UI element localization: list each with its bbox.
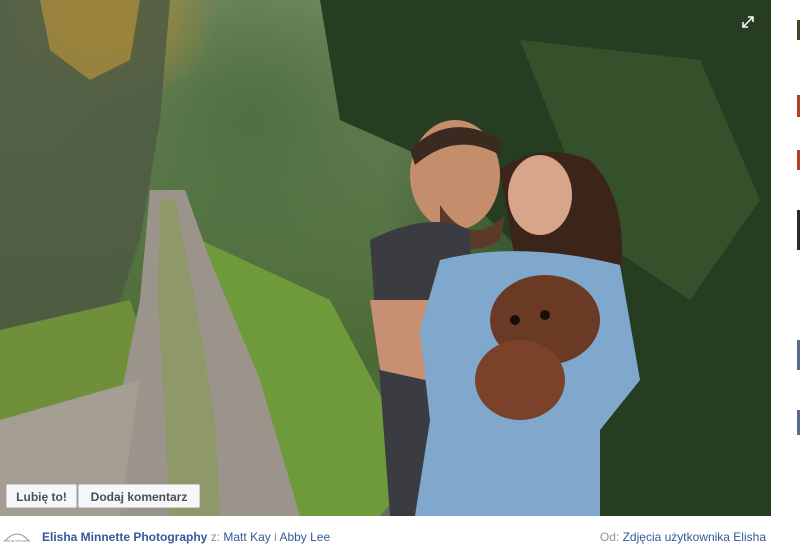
photographer-logo-icon[interactable]: elisha minnette xyxy=(2,529,32,547)
tag-separator: i xyxy=(274,530,277,544)
photo-image xyxy=(0,0,771,516)
author-link[interactable]: Elisha Minnette Photography xyxy=(42,530,207,544)
with-prefix: z: xyxy=(210,530,221,544)
photo-caption: elisha minnette Elisha Minnette Photogra… xyxy=(0,524,800,549)
expand-icon[interactable] xyxy=(740,14,756,30)
album-link[interactable]: Zdjęcia użytkownika Elisha xyxy=(623,530,766,544)
svg-text:elisha minnette: elisha minnette xyxy=(4,538,32,543)
tagged-person-link[interactable]: Abby Lee xyxy=(279,530,330,544)
photo-viewer[interactable]: Lubię to! Dodaj komentarz xyxy=(0,0,771,516)
tagged-person-link[interactable]: Matt Kay xyxy=(223,530,270,544)
add-comment-button[interactable]: Dodaj komentarz xyxy=(78,484,200,508)
from-prefix: Od: xyxy=(599,530,620,544)
like-button[interactable]: Lubię to! xyxy=(6,484,77,508)
adjacent-photo-strip xyxy=(771,0,800,516)
